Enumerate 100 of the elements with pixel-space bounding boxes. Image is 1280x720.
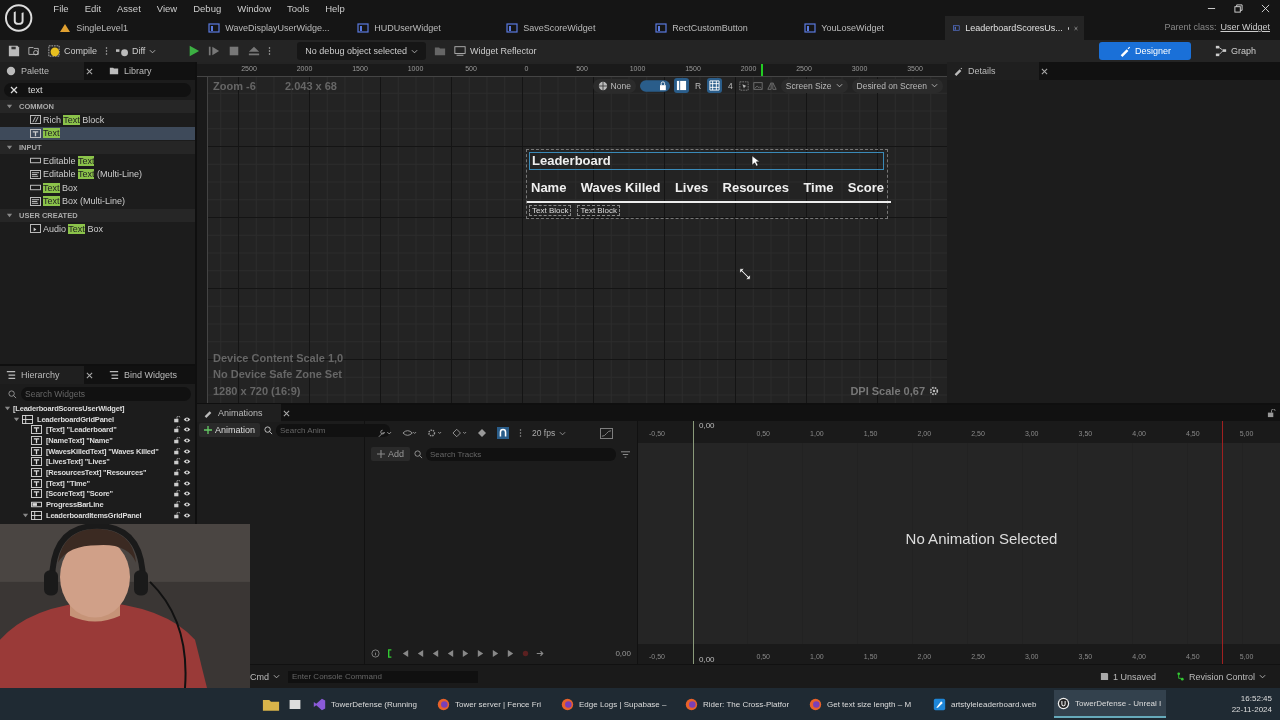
- taskbar-item[interactable]: artstyleleaderboard.web: [930, 690, 1048, 718]
- respect-locks-button[interactable]: R: [692, 78, 703, 93]
- skip-start-icon[interactable]: [401, 649, 410, 658]
- restore-icon[interactable]: [1234, 4, 1243, 13]
- text-block[interactable]: Text Block: [577, 205, 620, 216]
- lock-toggle-icon[interactable]: [639, 79, 670, 92]
- close-icon[interactable]: [283, 409, 290, 417]
- unsaved-button[interactable]: 1 Unsaved: [1093, 671, 1162, 682]
- eye-icon[interactable]: [183, 490, 191, 498]
- mode-button[interactable]: Graph: [1199, 42, 1272, 60]
- lock-icon[interactable]: [173, 490, 181, 498]
- menu-item[interactable]: Asset: [109, 2, 149, 14]
- document-tab[interactable]: YouLoseWidget: [796, 16, 946, 40]
- add-animation-button[interactable]: Animation: [199, 423, 261, 437]
- mode-button[interactable]: Designer: [1098, 42, 1191, 60]
- search-field[interactable]: Search Widgets: [21, 387, 191, 401]
- palette-item[interactable]: Text Box: [43, 182, 78, 193]
- menu-item[interactable]: Help: [317, 2, 353, 14]
- menu-item[interactable]: View: [148, 2, 186, 14]
- column-header[interactable]: Time: [803, 180, 834, 195]
- step-icon[interactable]: [208, 45, 221, 57]
- bind-widgets-tab[interactable]: Bind Widgets: [103, 366, 184, 384]
- eye-icon[interactable]: [183, 511, 191, 519]
- command-dropdown[interactable]: Cmd: [250, 671, 280, 682]
- column-header[interactable]: Waves Killed: [580, 180, 661, 195]
- filter-icon[interactable]: [620, 449, 631, 459]
- close-icon[interactable]: [86, 67, 93, 75]
- document-tab[interactable]: RectCustomButton: [647, 16, 797, 40]
- image-icon[interactable]: [752, 80, 763, 91]
- key-icon[interactable]: [477, 428, 487, 438]
- document-tab[interactable]: SaveScoreWidget: [498, 16, 648, 40]
- lock-icon[interactable]: [173, 501, 181, 509]
- info-icon[interactable]: [371, 649, 380, 658]
- document-tab[interactable]: WaveDisplayUserWidge...: [200, 16, 350, 40]
- lock-icon[interactable]: [173, 479, 181, 487]
- taskbar-item[interactable]: Edge Logs | Supabase –: [558, 690, 676, 718]
- eye-icon[interactable]: [402, 428, 417, 438]
- column-header[interactable]: Name: [531, 180, 567, 195]
- close-icon[interactable]: [86, 371, 93, 379]
- taskbar-item[interactable]: Rider: The Cross-Platfor: [682, 690, 800, 718]
- mirror-icon[interactable]: [766, 80, 777, 91]
- diamond-icon[interactable]: [452, 428, 467, 438]
- browse-icon[interactable]: [28, 45, 40, 57]
- eye-icon[interactable]: [183, 426, 191, 434]
- column-header[interactable]: Lives: [674, 180, 709, 195]
- arrow-icon[interactable]: [536, 649, 545, 658]
- revision-control-button[interactable]: Revision Control: [1169, 671, 1272, 682]
- expand-arrow-icon[interactable]: [22, 511, 29, 519]
- text-block[interactable]: Text Block: [529, 205, 572, 216]
- palette-item[interactable]: Rich Text Block: [43, 114, 105, 125]
- eye-icon[interactable]: [183, 468, 191, 476]
- eye-icon[interactable]: [183, 436, 191, 444]
- menu-item[interactable]: Debug: [185, 2, 230, 14]
- document-tab[interactable]: HUDUserWidget: [349, 16, 499, 40]
- eye-icon[interactable]: [183, 447, 191, 455]
- more-icon[interactable]: [268, 46, 272, 56]
- step-forward-icon[interactable]: [476, 649, 485, 658]
- taskbar-item[interactable]: TowerDefense (Running: [310, 690, 428, 718]
- widget-reflector-button[interactable]: Widget Reflector: [453, 45, 537, 57]
- console-input[interactable]: Enter Console Command: [288, 670, 478, 683]
- magnet-icon[interactable]: [497, 427, 509, 439]
- debug-object-dropdown[interactable]: No debug object selected: [297, 42, 426, 60]
- details-tab[interactable]: Details: [947, 62, 1039, 80]
- search-field[interactable]: Search Anim: [276, 423, 391, 437]
- lock-icon[interactable]: [173, 458, 181, 466]
- add-track-button[interactable]: Add: [371, 447, 410, 461]
- gear-icon[interactable]: [427, 428, 442, 438]
- lock-icon[interactable]: [173, 468, 181, 476]
- lock-icon[interactable]: [173, 436, 181, 444]
- lock-icon[interactable]: [173, 426, 181, 434]
- select-icon[interactable]: [738, 80, 749, 91]
- column-header[interactable]: Resources: [722, 180, 789, 195]
- taskbar-item[interactable]: Get text size length – M: [806, 690, 924, 718]
- lock-icon[interactable]: [173, 415, 181, 423]
- clear-icon[interactable]: [10, 86, 18, 94]
- parent-class-link[interactable]: User Widget: [1220, 22, 1270, 32]
- diff-button[interactable]: Diff: [116, 45, 157, 57]
- layout-icon[interactable]: [673, 78, 689, 93]
- play-icon[interactable]: [188, 45, 201, 57]
- palette-tab[interactable]: Palette: [0, 62, 84, 80]
- skip-end-icon[interactable]: [506, 649, 515, 658]
- save-icon[interactable]: [8, 45, 20, 57]
- leaderboard-title[interactable]: Leaderboard: [529, 152, 884, 170]
- taskbar-item[interactable]: TowerDefense - Unreal I: [1054, 690, 1166, 718]
- eye-icon[interactable]: [183, 501, 191, 509]
- lock-icon[interactable]: [173, 511, 181, 519]
- expand-arrow-icon[interactable]: [13, 415, 20, 423]
- compile-button[interactable]: Compile: [48, 45, 97, 57]
- grid-size-button[interactable]: 4: [726, 78, 735, 93]
- fill-mode-dropdown[interactable]: Desired on Screen: [851, 78, 943, 93]
- menu-item[interactable]: Edit: [76, 2, 110, 14]
- document-tab[interactable]: SingleLevel1: [51, 16, 201, 40]
- taskbar-item[interactable]: Tower server | Fence Fri: [434, 690, 552, 718]
- settings-icon[interactable]: [929, 386, 939, 396]
- expand-arrow-icon[interactable]: [4, 404, 11, 412]
- palette-item[interactable]: Editable Text (Multi-Line): [43, 169, 142, 180]
- screen-size-dropdown[interactable]: Screen Size: [780, 78, 848, 93]
- palette-item[interactable]: Editable Text: [43, 155, 95, 166]
- lock-icon[interactable]: [1267, 409, 1276, 418]
- library-tab[interactable]: Library: [103, 62, 158, 80]
